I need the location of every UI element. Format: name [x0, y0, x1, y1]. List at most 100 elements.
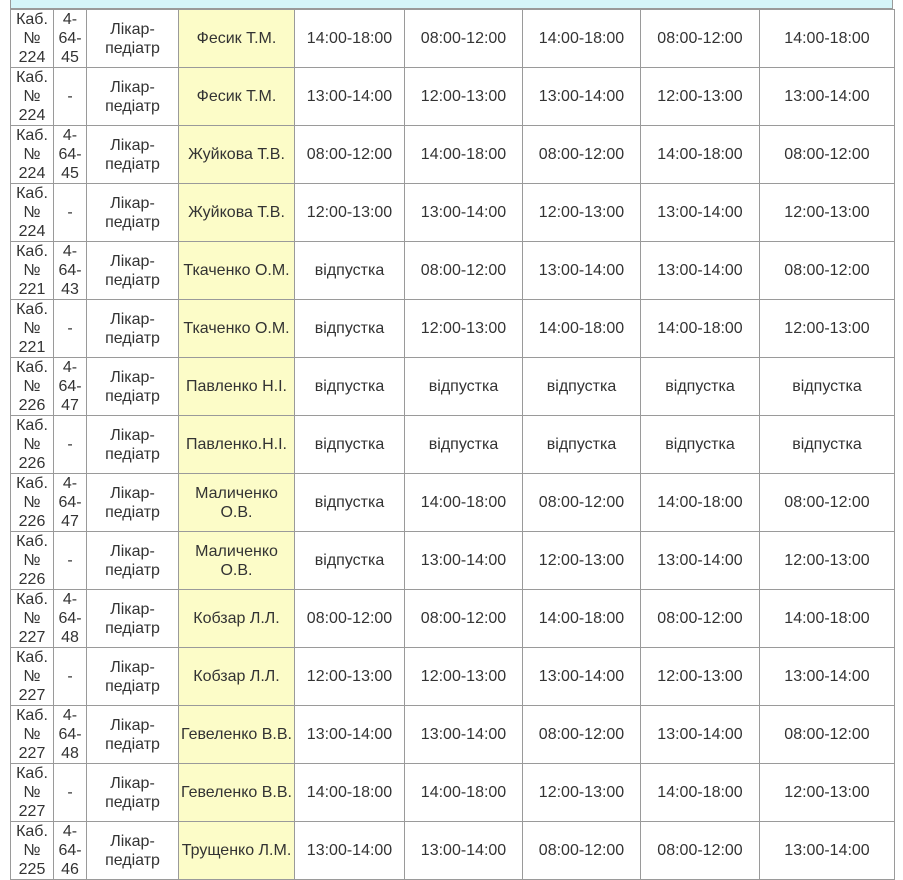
position-cell: Лікар-педіатр [86, 473, 179, 532]
schedule-time-cell: 14:00-18:00 [640, 473, 760, 532]
schedule-time-cell: 12:00-13:00 [640, 647, 760, 706]
schedule-time-cell: відпустка [294, 415, 405, 474]
table-row: Каб. № 221 4-64-43 Лікар-педіатр Ткаченко О… [10, 241, 895, 300]
position-cell: Лікар-педіатр [86, 357, 179, 416]
schedule-time-cell: відпустка [404, 415, 523, 474]
schedule-time-cell: 13:00-14:00 [640, 183, 760, 242]
schedule-time-cell: 08:00-12:00 [404, 241, 523, 300]
table-row: Каб. № 226 4-64-47 Лікар-педіатр Маличенко … [10, 473, 895, 532]
schedule-time-cell: 08:00-12:00 [640, 821, 760, 880]
doctor-cell: Павленко.Н.І. [178, 415, 295, 474]
schedule-time-cell: відпустка [759, 357, 895, 416]
schedule-time-cell: 14:00-18:00 [759, 589, 895, 648]
phone-cell: - [53, 531, 87, 590]
schedule-time-cell: 08:00-12:00 [522, 705, 641, 764]
schedule-time-cell: 14:00-18:00 [522, 9, 641, 68]
phone-cell: - [53, 415, 87, 474]
room-cell: Каб. № 221 [10, 299, 54, 358]
room-cell: Каб. № 227 [10, 647, 54, 706]
table-row: Каб. № 224- Лікар-педіатр Жуйкова Т.В. 12:0… [10, 183, 895, 242]
phone-cell: - [53, 183, 87, 242]
schedule-time-cell: 13:00-14:00 [522, 241, 641, 300]
table-row: Каб. № 226- Лікар-педіатр Павленко.Н.І. від… [10, 415, 895, 474]
schedule-time-cell: відпустка [640, 415, 760, 474]
doctor-cell: Жуйкова Т.В. [178, 125, 295, 184]
schedule-time-cell: відпустка [294, 531, 405, 590]
schedule-table: Каб. № 224 4-64-45 Лікар-педіатр Фесик Т.М.… [10, 9, 895, 880]
room-cell: Каб. № 224 [10, 125, 54, 184]
phone-cell: 4-64-48 [53, 589, 87, 648]
schedule-time-cell: 13:00-14:00 [404, 821, 523, 880]
phone-cell: 4-64-48 [53, 705, 87, 764]
phone-cell: - [53, 763, 87, 822]
schedule-time-cell: відпустка [404, 357, 523, 416]
schedule-time-cell: 12:00-13:00 [759, 531, 895, 590]
schedule-time-cell: відпустка [294, 473, 405, 532]
doctor-cell: Маличенко О.В. [178, 531, 295, 590]
phone-cell: 4-64-45 [53, 9, 87, 68]
schedule-time-cell: 08:00-12:00 [522, 473, 641, 532]
phone-cell: 4-64-47 [53, 357, 87, 416]
schedule-time-cell: відпустка [522, 415, 641, 474]
table-row: Каб. № 224 4-64-45 Лікар-педіатр Фесик Т.М.… [10, 9, 895, 68]
position-cell: Лікар-педіатр [86, 763, 179, 822]
doctor-cell: Жуйкова Т.В. [178, 183, 295, 242]
schedule-time-cell: 14:00-18:00 [404, 125, 523, 184]
room-cell: Каб. № 226 [10, 415, 54, 474]
table-row: Каб. № 227- Лікар-педіатр Гевеленко В.В. 14… [10, 763, 895, 822]
phone-cell: 4-64-45 [53, 125, 87, 184]
doctor-cell: Кобзар Л.Л. [178, 647, 295, 706]
schedule-time-cell: відпустка [640, 357, 760, 416]
schedule-time-cell: 12:00-13:00 [404, 647, 523, 706]
position-cell: Лікар-педіатр [86, 125, 179, 184]
schedule-time-cell: 12:00-13:00 [522, 183, 641, 242]
schedule-time-cell: 12:00-13:00 [294, 647, 405, 706]
schedule-time-cell: 13:00-14:00 [640, 241, 760, 300]
room-cell: Каб. № 226 [10, 531, 54, 590]
schedule-time-cell: 13:00-14:00 [294, 821, 405, 880]
table-row: Каб. № 227 4-64-48 Лікар-педіатр Гевеленко … [10, 705, 895, 764]
schedule-time-cell: 13:00-14:00 [640, 531, 760, 590]
position-cell: Лікар-педіатр [86, 415, 179, 474]
doctor-cell: Гевеленко В.В. [178, 705, 295, 764]
schedule-time-cell: відпустка [294, 241, 405, 300]
room-cell: Каб. № 221 [10, 241, 54, 300]
table-row: Каб. № 227- Лікар-педіатр Кобзар Л.Л. 12:00… [10, 647, 895, 706]
schedule-time-cell: відпустка [294, 357, 405, 416]
schedule-time-cell: 08:00-12:00 [294, 125, 405, 184]
schedule-time-cell: 14:00-18:00 [640, 125, 760, 184]
schedule-time-cell: 14:00-18:00 [522, 589, 641, 648]
table-row: Каб. № 227 4-64-48 Лікар-педіатр Кобзар Л.Л… [10, 589, 895, 648]
phone-cell: - [53, 299, 87, 358]
room-cell: Каб. № 227 [10, 589, 54, 648]
schedule-time-cell: 13:00-14:00 [294, 67, 405, 126]
schedule-time-cell: 08:00-12:00 [522, 125, 641, 184]
schedule-time-cell: 08:00-12:00 [404, 589, 523, 648]
doctor-cell: Гевеленко В.В. [178, 763, 295, 822]
position-cell: Лікар-педіатр [86, 705, 179, 764]
position-cell: Лікар-педіатр [86, 531, 179, 590]
schedule-time-cell: 13:00-14:00 [404, 531, 523, 590]
schedule-time-cell: 14:00-18:00 [522, 299, 641, 358]
schedule-time-cell: 13:00-14:00 [759, 67, 895, 126]
position-cell: Лікар-педіатр [86, 67, 179, 126]
schedule-time-cell: відпустка [522, 357, 641, 416]
schedule-time-cell: 12:00-13:00 [522, 763, 641, 822]
schedule-time-cell: 08:00-12:00 [640, 589, 760, 648]
schedule-time-cell: 14:00-18:00 [294, 9, 405, 68]
table-row: Каб. № 221- Лікар-педіатр Ткаченко О.М. від… [10, 299, 895, 358]
schedule-time-cell: 08:00-12:00 [759, 473, 895, 532]
position-cell: Лікар-педіатр [86, 183, 179, 242]
table-row: Каб. № 225 4-64-46 Лікар-педіатр Трущенко Л… [10, 821, 895, 880]
schedule-time-cell: 12:00-13:00 [294, 183, 405, 242]
table-row: Каб. № 224 4-64-45 Лікар-педіатр Жуйкова Т.… [10, 125, 895, 184]
schedule-time-cell: 12:00-13:00 [759, 763, 895, 822]
table-row: Каб. № 226- Лікар-педіатр Маличенко О.В. ві… [10, 531, 895, 590]
schedule-time-cell: 13:00-14:00 [759, 647, 895, 706]
schedule-table-body: Каб. № 224 4-64-45 Лікар-педіатр Фесик Т.М.… [10, 9, 895, 880]
schedule-time-cell: 13:00-14:00 [759, 821, 895, 880]
schedule-time-cell: 13:00-14:00 [404, 705, 523, 764]
schedule-time-cell: 14:00-18:00 [640, 763, 760, 822]
schedule-time-cell: 14:00-18:00 [404, 473, 523, 532]
room-cell: Каб. № 227 [10, 705, 54, 764]
